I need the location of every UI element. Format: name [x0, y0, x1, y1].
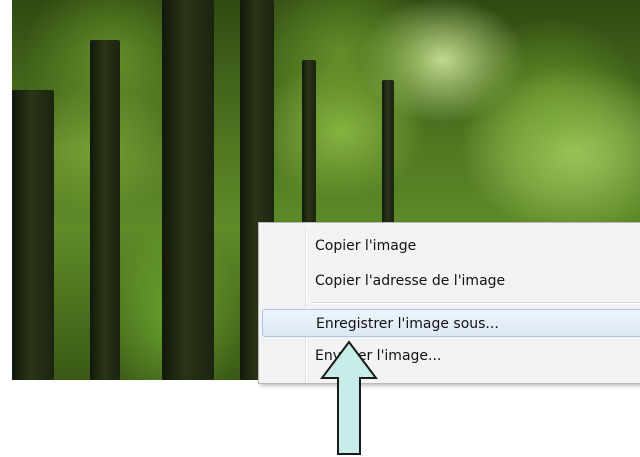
menu-item-label: Copier l'adresse de l'image	[315, 273, 506, 289]
tree-trunk	[12, 90, 54, 380]
menu-item-save-image-as[interactable]: Enregistrer l'image sous...	[262, 309, 640, 337]
menu-item-label: Copier l'image	[315, 238, 417, 254]
menu-item-copy-image[interactable]: Copier l'image	[307, 232, 640, 260]
menu-separator	[311, 302, 640, 304]
up-arrow-icon	[320, 340, 378, 455]
screenshot-stage: Copier l'image Copier l'adresse de l'ima…	[0, 0, 640, 457]
menu-item-copy-image-address[interactable]: Copier l'adresse de l'image	[307, 267, 640, 295]
foliage	[452, 20, 640, 200]
context-menu: Copier l'image Copier l'adresse de l'ima…	[258, 222, 640, 384]
menu-item-label: Enregistrer l'image sous...	[316, 316, 499, 332]
tree-trunk	[162, 0, 214, 380]
tree-trunk	[90, 40, 120, 380]
